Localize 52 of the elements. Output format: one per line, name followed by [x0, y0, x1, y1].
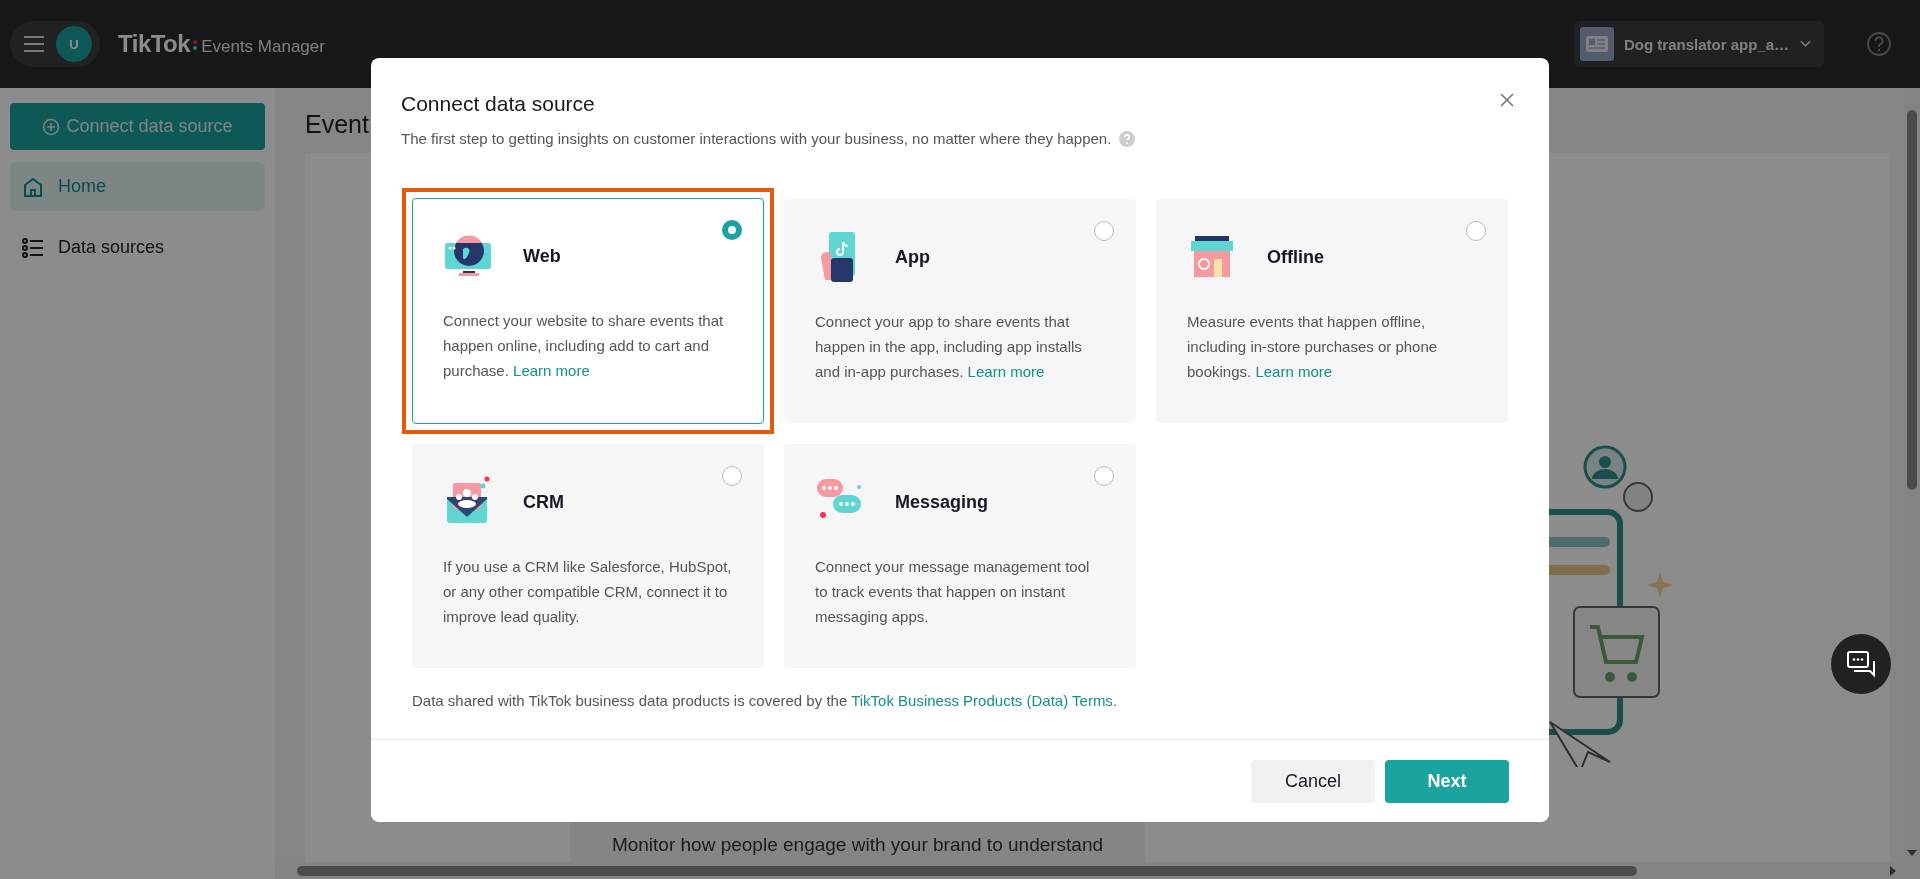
scroll-down-arrow-icon[interactable] — [1906, 848, 1917, 858]
source-card[interactable]: Messaging Connect your message management tool to track events that happen on instant messaging apps. — [784, 444, 1136, 668]
close-icon[interactable] — [1499, 92, 1515, 108]
terms-notice: Data shared with TikTok business data products is covered by the TikTok Business Products (Data) Terms. — [412, 692, 1119, 709]
card-title: CRM — [523, 491, 564, 513]
next-button[interactable]: Next — [1385, 759, 1509, 803]
menu-icon[interactable] — [22, 34, 46, 54]
dialog-subtitle: The first step to getting insights on customer interactions with your business, no matter where they happen. — [401, 130, 1112, 147]
plus-circle-icon — [42, 117, 61, 136]
card-description: Connect your app to share events that happen in the app, including app installs and in-app purchases. Learn more — [815, 312, 1083, 382]
help-icon[interactable] — [1119, 130, 1136, 147]
cancel-button[interactable]: Cancel — [1251, 759, 1375, 803]
radio-button[interactable] — [1094, 466, 1114, 486]
page-title: Event — [305, 110, 369, 139]
chevron-down-icon — [1799, 39, 1812, 49]
source-card[interactable]: App Connect your app to share events that happen in the app, including app installs and in-app purchases. Learn more — [784, 199, 1136, 423]
learn-more-link[interactable]: Learn more — [1255, 363, 1333, 380]
app-thumbnail-icon — [1580, 27, 1614, 61]
card-title: App — [895, 246, 930, 268]
card-description: If you use a CRM like Salesforce, HubSpot, or any other compatible CRM, connect it to improve lead quality. — [443, 557, 733, 627]
radio-button[interactable] — [722, 220, 742, 240]
logo-text: TikTok — [118, 30, 191, 58]
user-avatar[interactable]: U — [56, 26, 92, 62]
radio-button[interactable] — [1466, 221, 1486, 241]
radio-button[interactable] — [1094, 221, 1114, 241]
card-title: Offline — [1267, 246, 1324, 268]
source-card[interactable]: Offline Measure events that happen offline, including in-store purchases or phone bookings. Learn more — [1156, 199, 1508, 423]
colon-mark-icon — [192, 37, 199, 51]
source-card[interactable]: CRM If you use a CRM like Salesforce, HubSpot, or any other compatible CRM, connect it to improve lead quality. — [412, 444, 764, 668]
product-name: Events Manager — [201, 37, 325, 57]
account-selector[interactable]: Dog translator app_a… — [1574, 21, 1824, 67]
nav-item[interactable]: Home — [10, 162, 265, 211]
card-description: Measure events that happen offline, including in-store purchases or phone bookings. Learn more — [1187, 312, 1439, 382]
source-card[interactable]: Web Connect your website to share events that happen online, including add to cart and purchase. Learn more — [412, 198, 764, 424]
learn-more-link[interactable]: Learn more — [967, 363, 1045, 380]
nav-item[interactable]: Data sources — [10, 223, 265, 272]
scroll-right-arrow-icon[interactable] — [1888, 865, 1898, 876]
dialog-title: Connect data source — [401, 92, 595, 116]
help-icon[interactable] — [1866, 31, 1892, 57]
learn-more-link[interactable]: Learn more — [513, 362, 590, 379]
card-description: Connect your message management tool to track events that happen on instant messaging apps. — [815, 557, 1091, 627]
home-icon — [22, 175, 44, 198]
banner-text: Monitor how people engage with your brand to understand — [611, 834, 1104, 856]
card-description: Connect your website to share events that happen online, including add to cart and purchase. Learn more — [443, 311, 725, 381]
radio-button[interactable] — [722, 466, 742, 486]
terms-link[interactable]: TikTok Business Products (Data) Terms — [851, 692, 1113, 709]
list-icon — [22, 236, 44, 259]
horizontal-scrollbar[interactable] — [275, 862, 1920, 879]
card-title: Messaging — [895, 491, 989, 513]
card-title: Web — [523, 245, 561, 267]
connect-data-source-button[interactable]: Connect data source — [10, 103, 265, 150]
chat-icon — [1846, 650, 1876, 678]
